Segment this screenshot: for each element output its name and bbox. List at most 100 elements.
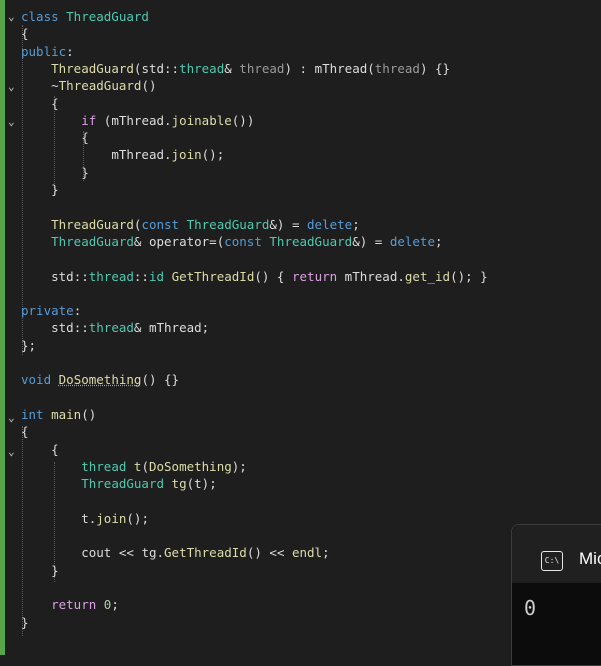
code-token: mThread (337, 268, 398, 284)
code-token: t (194, 476, 202, 492)
code-token: GetThreadId (164, 545, 247, 561)
code-token: ThreadGuard (269, 233, 353, 249)
fold-chevron-icon[interactable]: ⌄ (8, 412, 20, 424)
code-token: () { (254, 268, 292, 284)
code-token: private (21, 303, 74, 319)
code-token: & (224, 60, 240, 76)
code-line[interactable]: }; (21, 337, 36, 354)
code-line[interactable]: t.join(); (21, 510, 149, 527)
console-window[interactable]: C:\ Mic 0 (511, 524, 601, 666)
code-token: std (51, 268, 74, 284)
code-token: class (21, 9, 67, 24)
code-token: tg (171, 476, 187, 492)
code-line[interactable]: class ThreadGuard (21, 8, 149, 25)
code-line[interactable]: ThreadGuard tg(t); (21, 475, 217, 492)
code-token: &) = (269, 216, 308, 232)
code-line[interactable]: { (21, 129, 89, 146)
code-line[interactable]: } (21, 181, 59, 198)
code-line[interactable]: ThreadGuard& operator=(const ThreadGuard… (21, 233, 443, 250)
code-token: ThreadGuard (66, 9, 149, 24)
code-token: ThreadGuard (81, 476, 165, 492)
code-token: join (171, 147, 202, 163)
code-token: thread (179, 60, 225, 76)
fold-chevron-icon[interactable]: ⌄ (8, 81, 20, 93)
code-token: { (21, 441, 59, 457)
code-token: const (224, 233, 270, 249)
code-token: } (21, 562, 59, 578)
code-token: thread (88, 320, 134, 336)
code-token: . (164, 112, 172, 128)
code-token: endl (291, 545, 323, 561)
code-line[interactable]: } (21, 164, 89, 181)
code-line[interactable]: ~ThreadGuard() (21, 77, 157, 94)
code-line[interactable]: void DoSomething() {} (21, 371, 179, 388)
code-token: &) = (352, 233, 390, 249)
code-token: . (164, 147, 172, 163)
code-line[interactable]: { (21, 25, 29, 42)
code-token: ; (111, 597, 119, 613)
code-line[interactable]: } (21, 562, 59, 579)
code-token: GetThreadId (171, 268, 255, 284)
code-token: ( (367, 60, 375, 76)
code-token: cout (81, 545, 112, 561)
code-line[interactable]: public: (21, 43, 74, 60)
code-token: { (21, 26, 29, 42)
console-icon: C:\ (541, 551, 563, 571)
code-token: }; (21, 337, 37, 353)
code-line[interactable]: mThread.join(); (21, 146, 224, 163)
code-token: () (141, 78, 157, 94)
fold-chevron-icon[interactable]: ⌄ (8, 11, 20, 23)
code-token: : (66, 43, 74, 59)
code-line[interactable]: { (21, 441, 59, 458)
code-token: std (141, 60, 165, 76)
code-token: joinable (171, 112, 232, 128)
code-token: if (81, 112, 97, 128)
code-token: (); (201, 147, 225, 163)
code-line[interactable]: if (mThread.joinable()) (21, 112, 254, 129)
fold-chevron-icon[interactable]: ⌄ (8, 116, 20, 128)
code-line[interactable]: thread t(DoSomething); (21, 458, 247, 475)
code-token: public (21, 43, 67, 59)
code-token: . (397, 268, 405, 284)
code-token: ( (186, 476, 195, 492)
code-token: << (111, 545, 142, 561)
code-line[interactable]: ThreadGuard(std::thread& thread) : mThre… (21, 60, 450, 77)
code-token: mThread (111, 147, 164, 163)
code-line[interactable]: return 0; (21, 596, 119, 613)
code-token: thread (239, 60, 285, 76)
code-line[interactable]: std::thread& mThread; (21, 319, 209, 336)
code-line[interactable]: private: (21, 302, 81, 319)
code-token: ); (201, 476, 217, 492)
code-token: operator= (148, 233, 217, 249)
code-line[interactable]: int main() (21, 406, 96, 423)
console-titlebar[interactable]: C:\ Mic (512, 525, 601, 583)
code-token: } (21, 614, 29, 630)
code-token: get_id (404, 268, 451, 284)
change-indicator-bar (0, 0, 5, 655)
code-line[interactable]: cout << tg.GetThreadId() << endl; (21, 544, 329, 561)
code-token: ; (434, 233, 443, 249)
code-token: const (141, 216, 187, 232)
code-token: () << (246, 545, 292, 561)
code-line[interactable]: ThreadGuard(const ThreadGuard&) = delete… (21, 216, 360, 233)
code-token: mThread (314, 60, 368, 76)
code-token: ThreadGuard (51, 216, 134, 232)
code-line[interactable]: { (21, 95, 59, 112)
code-token: mThread (148, 320, 202, 336)
code-token: ( (141, 458, 149, 474)
fold-chevron-icon[interactable]: ⌄ (8, 446, 20, 458)
code-line[interactable]: std::thread::id GetThreadId() { return m… (21, 268, 488, 285)
code-token: (); } (450, 268, 488, 284)
code-line[interactable]: { (21, 423, 29, 440)
code-token: void (21, 372, 59, 388)
code-token: () (81, 406, 97, 422)
code-line[interactable]: } (21, 614, 29, 631)
